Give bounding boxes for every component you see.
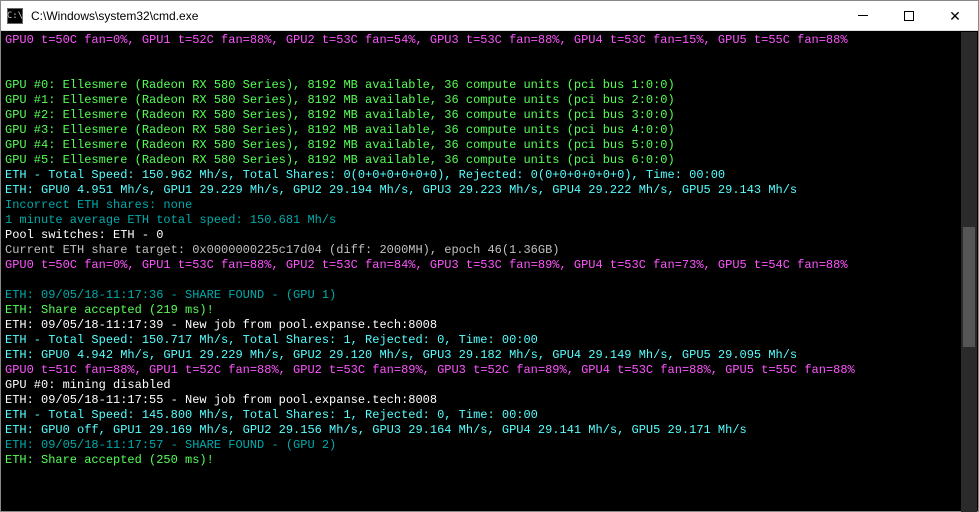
app-icon: C:\ [7,8,23,24]
terminal-line: ETH: 09/05/18-11:17:57 - SHARE FOUND - (… [5,438,974,453]
terminal-line: GPU0 t=51C fan=88%, GPU1 t=52C fan=88%, … [5,363,974,378]
terminal-line: ETH: 09/05/18-11:17:55 - New job from po… [5,393,974,408]
terminal-line: ETH: 09/05/18-11:17:36 - SHARE FOUND - (… [5,288,974,303]
terminal-line: ETH: 09/05/18-11:17:39 - New job from po… [5,318,974,333]
scrollbar-track[interactable] [961,48,977,496]
terminal-line: GPU #5: Ellesmere (Radeon RX 580 Series)… [5,153,974,168]
close-button[interactable]: ✕ [932,1,978,30]
maximize-button[interactable] [886,1,932,30]
close-icon: ✕ [949,9,961,23]
terminal-line [5,63,974,78]
terminal-line [5,48,974,63]
terminal-line: GPU0 t=50C fan=0%, GPU1 t=52C fan=88%, G… [5,33,974,48]
terminal-line: ETH: GPU0 off, GPU1 29.169 Mh/s, GPU2 29… [5,423,974,438]
terminal-line: ETH: Share accepted (219 ms)! [5,303,974,318]
terminal-line: Pool switches: ETH - 0 [5,228,974,243]
vertical-scrollbar[interactable] [961,32,977,512]
terminal-line: GPU #0: Ellesmere (Radeon RX 580 Series)… [5,78,974,93]
titlebar[interactable]: C:\ C:\Windows\system32\cmd.exe ✕ [1,1,978,31]
cmd-window: C:\ C:\Windows\system32\cmd.exe ✕ GPU0 t… [0,0,979,512]
terminal-line: GPU #4: Ellesmere (Radeon RX 580 Series)… [5,138,974,153]
terminal-line: GPU #2: Ellesmere (Radeon RX 580 Series)… [5,108,974,123]
window-controls: ✕ [840,1,978,30]
terminal-line: ETH: Share accepted (250 ms)! [5,453,974,468]
window-title: C:\Windows\system32\cmd.exe [29,9,840,23]
terminal-line: GPU #3: Ellesmere (Radeon RX 580 Series)… [5,123,974,138]
terminal-line: 1 minute average ETH total speed: 150.68… [5,213,974,228]
scrollbar-thumb[interactable] [963,227,975,347]
minimize-button[interactable] [840,1,886,30]
terminal-line: GPU0 t=50C fan=0%, GPU1 t=53C fan=88%, G… [5,258,974,273]
terminal-line: GPU #1: Ellesmere (Radeon RX 580 Series)… [5,93,974,108]
terminal-line: ETH - Total Speed: 150.717 Mh/s, Total S… [5,333,974,348]
terminal-output[interactable]: GPU0 t=50C fan=0%, GPU1 t=52C fan=88%, G… [1,31,978,511]
terminal-line: ETH: GPU0 4.942 Mh/s, GPU1 29.229 Mh/s, … [5,348,974,363]
terminal-line: ETH - Total Speed: 145.800 Mh/s, Total S… [5,408,974,423]
terminal-line: Current ETH share target: 0x0000000225c1… [5,243,974,258]
terminal-line: Incorrect ETH shares: none [5,198,974,213]
terminal-line [5,273,974,288]
terminal-line: ETH - Total Speed: 150.962 Mh/s, Total S… [5,168,974,183]
terminal-line: GPU #0: mining disabled [5,378,974,393]
terminal-line: ETH: GPU0 4.951 Mh/s, GPU1 29.229 Mh/s, … [5,183,974,198]
minimize-icon [858,15,868,16]
maximize-icon [904,11,914,21]
